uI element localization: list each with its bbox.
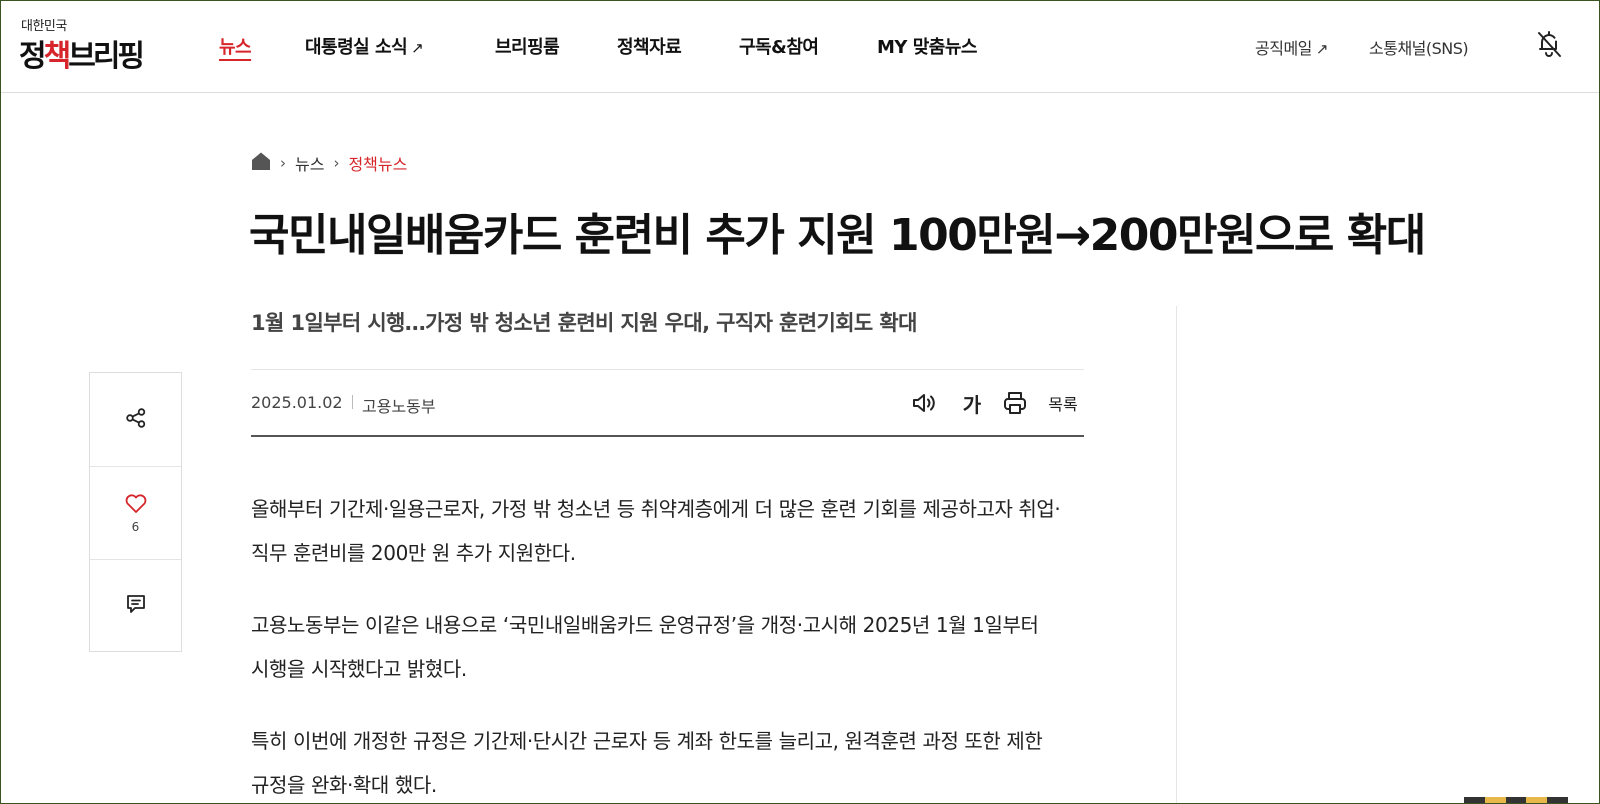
site-header: 대한민국 정책브리핑 뉴스 대통령실 소식 ↗ 브리핑룸 정책자료 구독&참여 M… [1,1,1599,93]
article-body: 올해부터 기간제·일용근로자, 가정 밖 청소년 등 취약계층에게 더 많은 훈… [251,487,1091,803]
article-paragraph: 특히 이번에 개정한 규정은 기간제·단시간 근로자 등 계좌 한도를 늘리고,… [251,729,1043,797]
sns-channel-link[interactable]: 소통채널(SNS) [1369,35,1469,59]
list-button[interactable]: 목록 [1043,388,1083,418]
article-info-bar: 2025.01.02 고용노동부 가 목록 [251,369,1084,437]
comment-button[interactable] [90,559,181,652]
site-logo[interactable]: 대한민국 정책브리핑 [19,15,159,75]
heart-icon [124,492,148,518]
external-link-icon: ↗ [411,39,424,57]
breadcrumb-separator: › [333,154,340,172]
article-department: 고용노동부 [362,397,436,416]
official-mail-label: 공직메일 [1255,39,1312,58]
article-paragraph: 고용노동부는 이같은 내용으로 ‘국민내일배움카드 운영규정’을 개정·고시해 … [251,613,1039,681]
share-icon [124,406,148,434]
nav-item-my-news[interactable]: MY 맞춤뉴스 [877,33,977,59]
breadcrumb-news[interactable]: 뉴스 [295,151,324,175]
nav-item-briefing[interactable]: 브리핑룸 [495,33,560,59]
side-action-box: 6 [89,372,182,652]
breadcrumb-separator: › [280,154,286,172]
comment-icon [124,592,148,620]
breadcrumb-policy-news[interactable]: 정책뉴스 [348,151,407,175]
browser-frame: 대한민국 정책브리핑 뉴스 대통령실 소식 ↗ 브리핑룸 정책자료 구독&참여 M… [0,0,1600,804]
article-paragraph: 올해부터 기간제·일용근로자, 가정 밖 청소년 등 취약계층에게 더 많은 훈… [251,497,1061,565]
share-button[interactable] [90,373,181,466]
nav-item-news[interactable]: 뉴스 [219,33,252,59]
external-link-icon: ↗ [1315,40,1329,58]
column-divider [1176,306,1177,803]
info-divider [352,395,353,409]
nav-item-president-label: 대통령실 소식 [305,37,408,58]
article-subtitle: 1월 1일부터 시행…가정 밖 청소년 훈련비 지원 우대, 구직자 훈련기회도… [251,311,917,335]
article-date: 2025.01.02 [251,393,343,412]
speaker-icon[interactable] [909,388,939,418]
logo-title: 정책브리핑 [19,39,145,74]
article-title: 국민내일배움카드 훈련비 추가 지원 100만원→200만원으로 확대 [249,210,1426,261]
font-size-button[interactable]: 가 [957,388,987,418]
like-count: 6 [131,520,140,534]
nav-item-president[interactable]: 대통령실 소식 ↗ [305,33,424,59]
nav-item-subscribe[interactable]: 구독&참여 [739,33,819,59]
bottom-indicator-strip [1464,797,1568,803]
bell-off-icon[interactable] [1533,28,1565,60]
breadcrumb: › 뉴스 › 정책뉴스 [251,151,407,175]
like-button[interactable]: 6 [90,466,181,559]
print-icon[interactable] [999,388,1031,418]
home-icon[interactable] [251,151,271,175]
nav-item-policy[interactable]: 정책자료 [617,33,682,59]
official-mail-link[interactable]: 공직메일 ↗ [1255,35,1328,59]
